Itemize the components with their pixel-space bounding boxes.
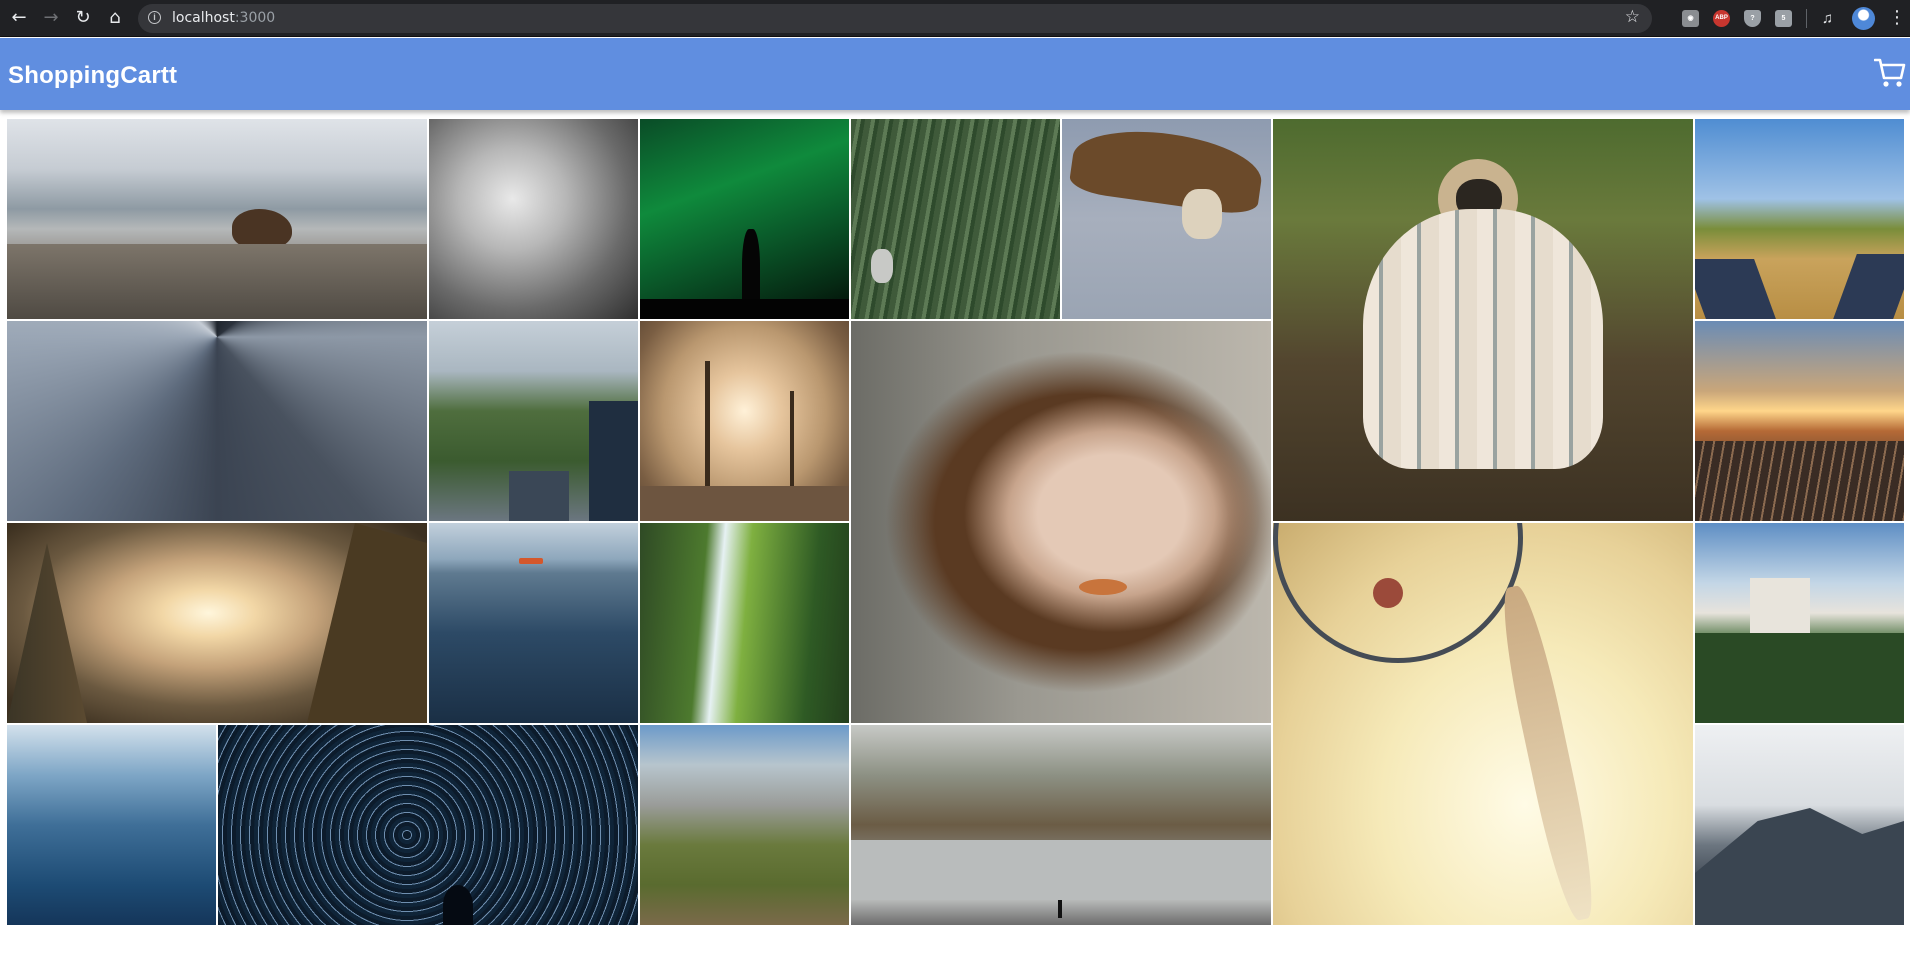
back-arrow-icon[interactable]: ←	[9, 8, 29, 28]
photo-aurora[interactable]	[640, 119, 849, 319]
photo-city-park[interactable]	[429, 321, 638, 521]
photo-star-trails[interactable]	[218, 725, 638, 925]
photo-foggy-mountain[interactable]	[1695, 725, 1904, 925]
photo-pug-blanket[interactable]	[1273, 119, 1693, 521]
shopping-cart-icon[interactable]	[1874, 56, 1906, 90]
app-title[interactable]: ShoppingCartt	[8, 62, 177, 90]
photo-yosemite[interactable]	[640, 725, 849, 925]
adblock-plus-icon[interactable]: ABP	[1713, 10, 1730, 27]
info-icon[interactable]: i	[148, 11, 161, 24]
photo-ocean-wave[interactable]	[7, 725, 216, 925]
photo-gallery	[7, 119, 1909, 955]
camera-icon[interactable]: ◉	[1682, 10, 1699, 27]
photo-misty-forest[interactable]	[429, 119, 638, 319]
reload-icon[interactable]: ↻	[73, 8, 93, 28]
photo-dreamcatcher[interactable]	[1273, 523, 1693, 925]
photo-mountain-sunrise[interactable]	[7, 523, 427, 723]
url-host: localhost	[172, 10, 235, 26]
photo-river-valley[interactable]	[851, 725, 1271, 925]
photo-train-tracks[interactable]	[1695, 321, 1904, 521]
forward-arrow-icon[interactable]: →	[41, 8, 61, 28]
photo-bear[interactable]	[7, 119, 427, 319]
url-text[interactable]: localhost:3000	[172, 10, 275, 26]
star-icon[interactable]: ☆	[1625, 7, 1640, 27]
photo-waterfall[interactable]	[640, 523, 849, 723]
url-port: :3000	[234, 10, 276, 26]
html5-icon[interactable]: 5	[1775, 10, 1792, 27]
photo-wheat-field[interactable]	[1695, 119, 1904, 319]
photo-woman-portrait[interactable]	[851, 321, 1271, 723]
photo-eagle[interactable]	[1062, 119, 1271, 319]
photo-dead-trees[interactable]	[640, 321, 849, 521]
browser-toolbar: ← → ↻ ⌂ i localhost:3000 ☆ ◉ ABP ? 5 ♫ ⋮	[0, 0, 1910, 37]
address-bar[interactable]: i localhost:3000 ☆	[138, 4, 1652, 33]
profile-avatar[interactable]	[1852, 7, 1875, 30]
photo-skyscraper[interactable]	[7, 321, 427, 521]
photo-castle[interactable]	[1695, 523, 1904, 723]
toolbar-divider	[1806, 9, 1807, 28]
home-icon[interactable]: ⌂	[105, 8, 125, 28]
kebab-menu-icon[interactable]: ⋮	[1888, 8, 1906, 28]
app-header: ShoppingCartt	[0, 38, 1910, 110]
shield-icon[interactable]: ?	[1744, 10, 1761, 27]
photo-mountain-biker[interactable]	[851, 119, 1060, 319]
photo-lake-boat[interactable]	[429, 523, 638, 723]
media-control-icon[interactable]: ♫	[1819, 10, 1836, 27]
